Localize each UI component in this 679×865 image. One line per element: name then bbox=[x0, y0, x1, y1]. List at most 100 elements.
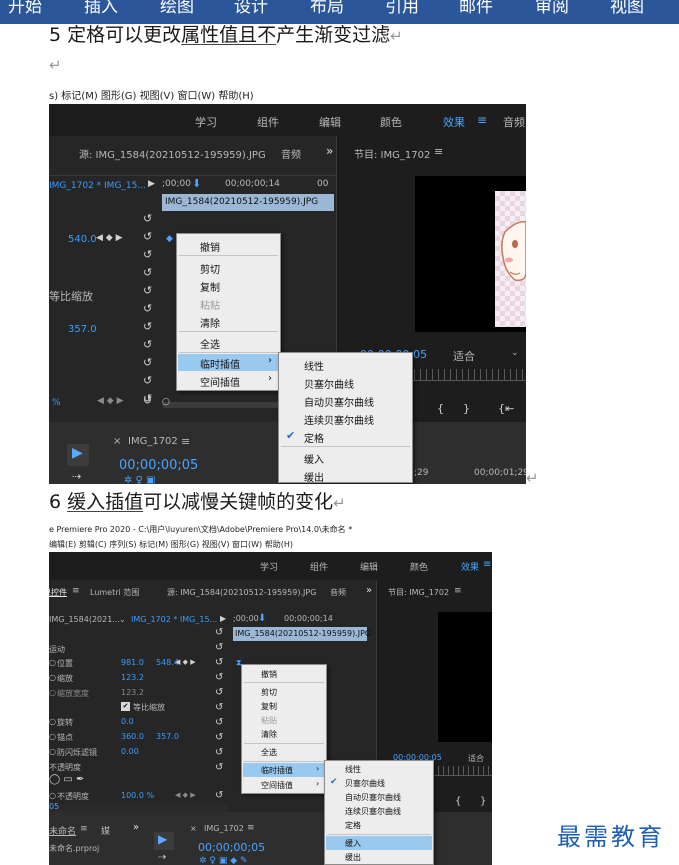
workspace-menu-icon[interactable]: ≡ bbox=[483, 559, 491, 570]
submenu-item-continuous-bezier[interactable]: 连续贝塞尔曲线 bbox=[304, 412, 374, 427]
audio-tab[interactable]: 音频 bbox=[330, 587, 346, 598]
timeline-close-icon[interactable]: × bbox=[113, 436, 121, 447]
submenu-item-ease-out[interactable]: 缓出 bbox=[304, 469, 324, 484]
uniform-scale-checkbox[interactable]: ✔ bbox=[121, 702, 130, 711]
prop-anti-flicker-value[interactable]: 0.00 bbox=[121, 747, 139, 756]
submenu-item-auto-bezier[interactable]: 自动贝塞尔曲线 bbox=[345, 792, 401, 803]
reset-icon[interactable]: ↺ bbox=[143, 302, 152, 315]
menubar-text[interactable]: s) 标记(M) 图形(G) 视图(V) 窗口(W) 帮助(H) bbox=[49, 87, 254, 102]
project-menu-icon[interactable]: ≡ bbox=[80, 824, 88, 834]
fx-toggle-icon[interactable]: ○ bbox=[49, 717, 56, 726]
track-select-icon[interactable]: ⇢ bbox=[72, 470, 81, 483]
prop-scale-width-value[interactable]: 123.2 bbox=[121, 688, 144, 697]
submenu-item-ease-out[interactable]: 缓出 bbox=[345, 852, 361, 863]
ribbon-tab-review[interactable]: 审阅 bbox=[535, 0, 569, 18]
submenu-item-hold[interactable]: 定格 bbox=[304, 430, 324, 445]
reset-icon[interactable]: ↺ bbox=[215, 687, 223, 698]
tab-effect-controls[interactable]: 效果控件 bbox=[49, 587, 67, 598]
mark-out-icon[interactable]: } bbox=[480, 796, 486, 807]
menubar-text[interactable]: 编辑(E) 剪辑(C) 序列(S) 标记(M) 图形(G) 视图(V) 窗口(W… bbox=[49, 539, 293, 550]
audio-tab[interactable]: 音频 bbox=[281, 146, 301, 161]
media-browser-tab[interactable]: 媒 bbox=[101, 824, 110, 837]
fx-toggle-icon[interactable]: ○ bbox=[49, 732, 56, 741]
reset-icon[interactable]: ↺ bbox=[143, 394, 152, 407]
fx-toggle-icon[interactable]: ○ bbox=[49, 791, 56, 800]
position-y-value[interactable]: 540.0 bbox=[68, 234, 97, 245]
prop-position-x[interactable]: 981.0 bbox=[121, 658, 144, 667]
snap-icon[interactable]: ✲ ♀ ▣ bbox=[124, 475, 156, 484]
snap-icon[interactable]: ✲ ♀ ▣ ◆ ✎ bbox=[199, 856, 248, 865]
play-only-icon[interactable]: ▶ bbox=[220, 614, 226, 623]
reset-icon[interactable]: ↺ bbox=[215, 717, 223, 728]
reset-icon[interactable]: ↺ bbox=[215, 657, 223, 668]
timeline-menu-icon[interactable]: ≡ bbox=[247, 823, 255, 833]
program-tab[interactable]: 节目: IMG_1702 bbox=[388, 587, 449, 598]
workspace-assembly[interactable]: 组件 bbox=[310, 560, 328, 573]
menu-item-clear[interactable]: 清除 bbox=[261, 729, 277, 740]
workspace-color[interactable]: 颜色 bbox=[380, 114, 402, 130]
reset-icon[interactable]: ↺ bbox=[143, 266, 152, 279]
workspace-learn[interactable]: 学习 bbox=[260, 560, 278, 573]
reset-icon[interactable]: ↺ bbox=[143, 212, 152, 225]
workspace-learn[interactable]: 学习 bbox=[195, 114, 217, 130]
keyframe-nav-icon[interactable]: ◀ ◆ ▶ bbox=[175, 658, 196, 666]
submenu-item-linear[interactable]: 线性 bbox=[304, 358, 324, 373]
timeline-timecode[interactable]: 00;00;00;05 bbox=[198, 841, 265, 854]
timeline-timecode[interactable]: 00;00;00;05 bbox=[119, 458, 198, 473]
workspace-effects[interactable]: 效果 bbox=[461, 560, 479, 573]
reset-icon[interactable]: ↺ bbox=[215, 627, 223, 638]
menu-item-cut[interactable]: 剪切 bbox=[200, 261, 220, 276]
track-select-icon[interactable]: ⇢ bbox=[158, 852, 166, 863]
clip-select-right[interactable]: IMG_1702 * IMG_15... bbox=[131, 615, 217, 624]
ribbon-tab-home[interactable]: 开始 bbox=[8, 0, 42, 18]
workspace-editing[interactable]: 编辑 bbox=[360, 560, 378, 573]
ribbon-tab-draw[interactable]: 绘图 bbox=[160, 0, 194, 18]
scroll-handle-icon[interactable]: ○ bbox=[162, 397, 170, 407]
keyframe-nav-icon[interactable]: ◀ ◆ ▶ bbox=[96, 233, 123, 243]
fit-dropdown-label[interactable]: 适合 bbox=[468, 753, 484, 764]
ribbon-tab-references[interactable]: 引用 bbox=[385, 0, 419, 18]
program-menu-icon[interactable]: ≡ bbox=[434, 145, 443, 158]
menu-item-paste[interactable]: 粘贴 bbox=[261, 715, 277, 726]
prop-opacity-section-label[interactable]: 不透明度 bbox=[49, 762, 81, 773]
reset-icon[interactable]: ↺ bbox=[215, 642, 223, 653]
reset-icon[interactable]: ↺ bbox=[215, 790, 223, 801]
tab-lumetri-scopes[interactable]: Lumetri 范围 bbox=[90, 587, 139, 598]
submenu-item-ease-in[interactable]: 缓入 bbox=[304, 451, 324, 466]
more-panels-icon[interactable]: » bbox=[366, 585, 372, 596]
menu-item-clear[interactable]: 清除 bbox=[200, 315, 220, 330]
more-panels-icon[interactable]: » bbox=[133, 822, 139, 833]
source-tab[interactable]: 源: IMG_1584(20210512-195959).JPG bbox=[167, 587, 316, 598]
workspace-assembly[interactable]: 组件 bbox=[257, 114, 279, 130]
workspace-color[interactable]: 颜色 bbox=[410, 560, 428, 573]
fit-dropdown-label[interactable]: 适合 bbox=[453, 348, 475, 364]
anchor-y-value[interactable]: 357.0 bbox=[68, 324, 97, 335]
timeline-menu-icon[interactable]: ≡ bbox=[181, 435, 190, 448]
go-to-in-icon[interactable]: {⇤ bbox=[498, 402, 514, 415]
chevron-down-icon[interactable]: ⌄ bbox=[511, 348, 519, 358]
workspace-menu-icon[interactable]: ≡ bbox=[477, 113, 487, 127]
reset-icon[interactable]: ↺ bbox=[215, 672, 223, 683]
keyframe-diamond-icon[interactable]: ◆ bbox=[166, 234, 173, 244]
mark-in-icon[interactable]: { bbox=[437, 402, 444, 415]
reset-icon[interactable]: ↺ bbox=[143, 338, 152, 351]
workspace-effects[interactable]: 效果 bbox=[443, 114, 465, 130]
menu-item-spatial-interpolation[interactable]: 空间插值 bbox=[261, 780, 293, 791]
keyframe-nav-icon[interactable]: ◀ ◆ ▶ bbox=[97, 396, 124, 406]
play-only-icon[interactable]: ▶ bbox=[148, 179, 155, 189]
submenu-item-auto-bezier[interactable]: 自动贝塞尔曲线 bbox=[304, 394, 374, 409]
menu-item-temporal-interpolation[interactable]: 临时插值 bbox=[200, 356, 240, 371]
menu-item-undo[interactable]: 撤销 bbox=[261, 669, 277, 680]
mark-out-icon[interactable]: } bbox=[463, 402, 470, 415]
ribbon-tab-design[interactable]: 设计 bbox=[234, 0, 268, 18]
ribbon-tab-layout[interactable]: 布局 bbox=[310, 0, 344, 18]
prop-anchor-y[interactable]: 357.0 bbox=[156, 732, 179, 741]
prop-rotation-value[interactable]: 0.0 bbox=[121, 717, 134, 726]
menu-item-copy[interactable]: 复制 bbox=[200, 279, 220, 294]
reset-icon[interactable]: ↺ bbox=[143, 374, 152, 387]
prop-anchor-x[interactable]: 360.0 bbox=[121, 732, 144, 741]
reset-icon[interactable]: ↺ bbox=[215, 747, 223, 758]
section-motion[interactable]: 运动 bbox=[49, 644, 65, 655]
clip-select[interactable]: IMG_1702 * IMG_15... bbox=[49, 181, 146, 191]
workspace-editing[interactable]: 编辑 bbox=[319, 114, 341, 130]
